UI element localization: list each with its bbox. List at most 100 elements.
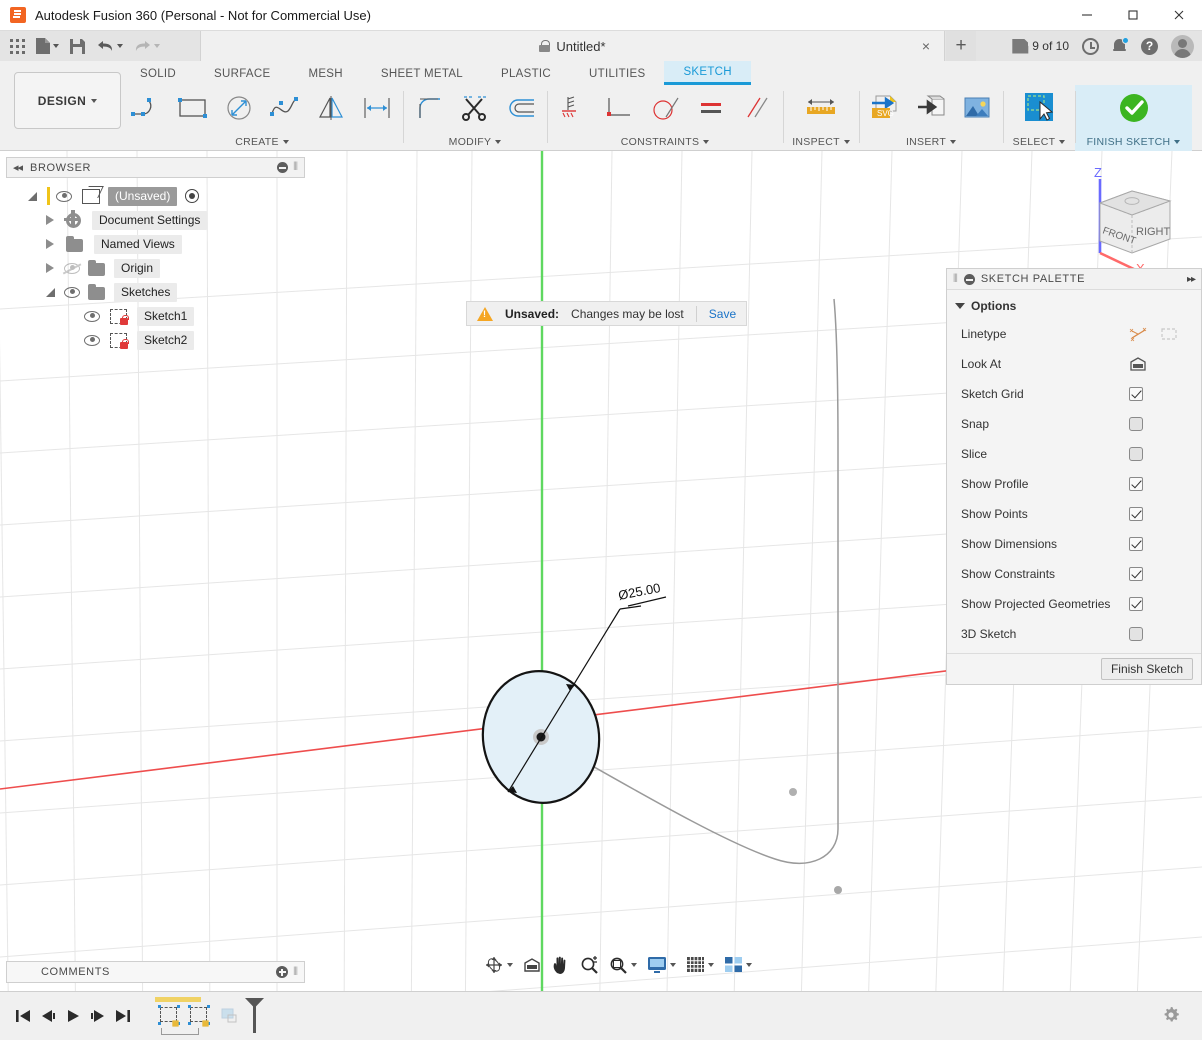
- insert-derive-button[interactable]: [909, 87, 953, 129]
- parallel-constraint-button[interactable]: [735, 87, 779, 129]
- chevron-down-icon[interactable]: [670, 963, 676, 967]
- new-document-button[interactable]: [31, 33, 63, 59]
- timeline-feature-sketch1[interactable]: [159, 1006, 181, 1026]
- collapse-left-icon[interactable]: ◂◂: [13, 161, 22, 174]
- chevron-down-icon[interactable]: [746, 963, 752, 967]
- show-projected-geometries-checkbox[interactable]: [1129, 597, 1143, 611]
- view-cube[interactable]: Z X FRONT RIGHT: [1074, 163, 1194, 275]
- maximize-button[interactable]: [1110, 0, 1156, 31]
- palette-row-sketch-grid[interactable]: Sketch Grid: [947, 379, 1201, 409]
- save-link[interactable]: Save: [709, 307, 736, 321]
- clock-icon[interactable]: [1082, 38, 1099, 55]
- palette-row-linetype[interactable]: Linetype: [947, 319, 1201, 349]
- avatar[interactable]: [1171, 35, 1194, 58]
- panel-create-label[interactable]: CREATE: [125, 136, 399, 151]
- line-tool-button[interactable]: [125, 87, 169, 129]
- plus-circle-icon[interactable]: [276, 966, 288, 978]
- rectangle-tool-button[interactable]: [171, 87, 215, 129]
- look-at-button[interactable]: [518, 952, 546, 978]
- palette-row-show-constraints[interactable]: Show Constraints: [947, 559, 1201, 589]
- viewports-button[interactable]: [719, 952, 757, 978]
- visibility-eye-icon[interactable]: [56, 191, 72, 202]
- timeline-go-to-end-button[interactable]: [110, 1001, 135, 1031]
- timeline-settings-button[interactable]: [1162, 1006, 1180, 1024]
- minus-circle-icon[interactable]: [277, 162, 288, 173]
- finish-sketch-palette-button[interactable]: Finish Sketch: [1101, 658, 1193, 680]
- redo-button[interactable]: [129, 33, 164, 59]
- offset-tool-button[interactable]: [499, 87, 543, 129]
- insert-svg-button[interactable]: SVG: [863, 87, 907, 129]
- jobs-status[interactable]: 9 of 10: [1012, 39, 1069, 54]
- pan-button[interactable]: [546, 952, 575, 978]
- tab-sketch[interactable]: SKETCH: [664, 61, 750, 85]
- minus-circle-icon[interactable]: [964, 274, 975, 285]
- close-button[interactable]: [1156, 0, 1202, 31]
- palette-row-show-dimensions[interactable]: Show Dimensions: [947, 529, 1201, 559]
- tree-item-sketch2[interactable]: Sketch2: [6, 328, 305, 352]
- tree-item-origin[interactable]: Origin: [6, 256, 305, 280]
- slice-checkbox[interactable]: [1129, 447, 1143, 461]
- show-constraints-checkbox[interactable]: [1129, 567, 1143, 581]
- tree-item-named-views[interactable]: Named Views: [6, 232, 305, 256]
- visibility-eye-icon[interactable]: [84, 311, 100, 322]
- palette-row-look-at[interactable]: Look At: [947, 349, 1201, 379]
- tab-solid[interactable]: SOLID: [121, 62, 195, 85]
- panel-inspect-label[interactable]: INSPECT: [787, 136, 855, 151]
- palette-row-show-projected-geometries[interactable]: Show Projected Geometries: [947, 589, 1201, 619]
- circle-tool-button[interactable]: [217, 87, 261, 129]
- bell-icon[interactable]: [1112, 38, 1128, 55]
- document-tab[interactable]: Untitled* ×: [200, 31, 945, 61]
- panel-finish-sketch-label[interactable]: FINISH SKETCH: [1079, 136, 1188, 151]
- panel-insert-label[interactable]: INSERT: [863, 136, 999, 151]
- tree-item-sketches[interactable]: Sketches: [6, 280, 305, 304]
- grid-snaps-button[interactable]: [681, 952, 719, 978]
- finish-sketch-button[interactable]: [1112, 87, 1156, 129]
- timeline-play-button[interactable]: [60, 1001, 85, 1031]
- palette-row-show-points[interactable]: Show Points: [947, 499, 1201, 529]
- palette-row-snap[interactable]: Snap: [947, 409, 1201, 439]
- new-tab-button[interactable]: +: [946, 31, 976, 61]
- tab-sheet-metal[interactable]: SHEET METAL: [362, 62, 482, 85]
- visibility-eye-icon[interactable]: [64, 287, 80, 298]
- lookat-icon[interactable]: [1129, 356, 1147, 372]
- measure-tool-button[interactable]: [799, 87, 843, 129]
- expander-right-icon[interactable]: [46, 215, 54, 225]
- sketch-grid-checkbox[interactable]: [1129, 387, 1143, 401]
- workspace-switcher[interactable]: DESIGN: [14, 72, 121, 129]
- display-settings-button[interactable]: [642, 952, 681, 978]
- show-points-checkbox[interactable]: [1129, 507, 1143, 521]
- fillet-tool-button[interactable]: [407, 87, 451, 129]
- expander-down-icon[interactable]: [28, 192, 37, 201]
- linetype-normal-icon[interactable]: [1129, 326, 1149, 342]
- panel-select-label[interactable]: SELECT: [1007, 136, 1071, 151]
- tree-item-sketch1[interactable]: Sketch1: [6, 304, 305, 328]
- insert-canvas-button[interactable]: [955, 87, 999, 129]
- chevron-down-icon[interactable]: [708, 963, 714, 967]
- fix-constraint-button[interactable]: [551, 87, 595, 129]
- tree-item-unsaved[interactable]: (Unsaved): [6, 184, 305, 208]
- timeline-feature-ghost[interactable]: [219, 1006, 241, 1026]
- options-section-header[interactable]: Options: [947, 296, 1201, 319]
- help-icon[interactable]: ?: [1141, 38, 1158, 55]
- timeline-feature-sketch2[interactable]: [189, 1006, 211, 1026]
- expander-right-icon[interactable]: [46, 263, 54, 273]
- document-tab-close-icon[interactable]: ×: [922, 39, 930, 53]
- tangent-constraint-button[interactable]: [643, 87, 687, 129]
- panel-grip[interactable]: ⦀: [953, 273, 958, 286]
- visibility-eye-icon[interactable]: [84, 335, 100, 346]
- 3d-sketch-checkbox[interactable]: [1129, 627, 1143, 641]
- tab-utilities[interactable]: UTILITIES: [570, 62, 664, 85]
- timeline-step-forward-button[interactable]: [85, 1001, 110, 1031]
- tab-mesh[interactable]: MESH: [289, 62, 361, 85]
- panel-grip[interactable]: ⦀: [293, 161, 298, 174]
- panel-modify-label[interactable]: MODIFY: [407, 136, 543, 151]
- perpendicular-constraint-button[interactable]: [597, 87, 641, 129]
- comments-panel[interactable]: COMMENTS ⦀: [6, 961, 305, 983]
- expander-down-icon[interactable]: [46, 288, 55, 297]
- undo-button[interactable]: [92, 33, 127, 59]
- trim-tool-button[interactable]: [453, 87, 497, 129]
- linetype-construction-icon[interactable]: [1159, 326, 1179, 342]
- tree-item-document-settings[interactable]: Document Settings: [6, 208, 305, 232]
- save-button[interactable]: [65, 33, 90, 59]
- panel-grip[interactable]: ⦀: [293, 966, 298, 979]
